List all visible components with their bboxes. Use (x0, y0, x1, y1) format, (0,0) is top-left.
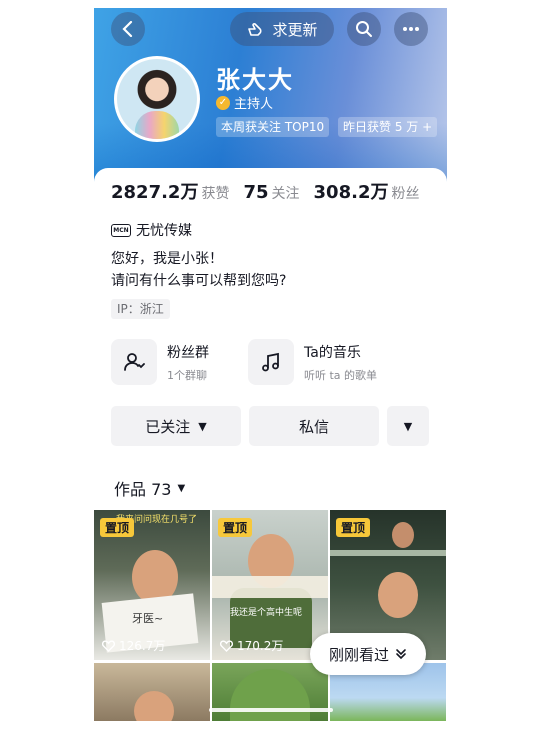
profile-name: 张大大 (216, 66, 294, 94)
mcn-badge-icon: MCN (111, 223, 131, 237)
bio-line-1: 您好，我是小张！ (111, 251, 223, 267)
search-button[interactable] (347, 12, 381, 46)
music-note-icon (262, 352, 279, 372)
message-button[interactable]: 私信 (249, 406, 379, 446)
heart-icon (102, 639, 115, 652)
profile-stats: 2827.2万 获赞 75 关注 308.2万 粉丝 (111, 178, 419, 204)
pinned-badge: 置顶 (100, 518, 135, 537)
avatar[interactable] (114, 56, 200, 142)
person-image (378, 572, 418, 618)
daily-likes-tag[interactable]: 昨日获赞 5 万 + (338, 117, 438, 137)
divider-stripe (330, 550, 446, 556)
fan-group-title: 粉丝群 (167, 344, 209, 361)
message-button-label: 私信 (298, 417, 329, 436)
music-title: Ta的音乐 (304, 344, 361, 361)
video-thumbnail[interactable]: 我还是个高中生呢 置顶 170.2万 (212, 510, 328, 660)
followers-stat[interactable]: 308.2万 粉丝 (314, 178, 420, 204)
recently-viewed-button[interactable]: 刚刚看过 (310, 633, 426, 675)
heart-icon (220, 639, 233, 652)
avatar-image (117, 59, 197, 139)
profile-screen: 求更新 张大大 ✓ 主持人 本周获关注 TOP10 昨日获赞 5 万 + 282… (94, 8, 447, 721)
fan-group-text: 粉丝群 1个群聊 (167, 342, 209, 383)
following-count: 75 (243, 182, 269, 203)
caret-down-icon: ▼ (403, 419, 413, 433)
pinned-badge: 置顶 (218, 518, 253, 537)
request-update-label: 求更新 (272, 20, 318, 39)
music-text: Ta的音乐 听听 ta 的歌单 (304, 342, 377, 383)
bio: 您好，我是小张！ 请问有什么事可以帮到您吗? (111, 248, 286, 292)
caret-down-icon: ▼ (198, 419, 207, 433)
video-thumbnail[interactable]: 我来问问现在几号了 牙医~ 置顶 126.7万 (94, 510, 210, 660)
video-likes: 126.7万 (102, 637, 165, 654)
hand-point-icon (248, 23, 263, 36)
search-icon (356, 21, 372, 37)
music-entry[interactable]: Ta的音乐 听听 ta 的歌单 (248, 339, 377, 385)
home-indicator (209, 708, 333, 712)
bio-line-2: 请问有什么事可以帮到您吗? (111, 273, 287, 289)
back-button[interactable] (111, 12, 145, 46)
caret-down-icon: ▼ (177, 482, 186, 494)
video-caption: 我还是个高中生呢 (230, 608, 303, 618)
video-likes-count: 126.7万 (119, 639, 166, 653)
more-dots-icon (403, 27, 419, 31)
more-actions-button[interactable]: ▼ (387, 406, 429, 446)
mcn-agency[interactable]: MCN 无忧传媒 (111, 220, 192, 240)
chevron-left-icon (122, 21, 133, 37)
following-label: 关注 (271, 186, 300, 202)
followers-label: 粉丝 (391, 186, 420, 202)
likes-label: 获赞 (201, 186, 230, 202)
music-icon-box (248, 339, 294, 385)
video-thumbnail[interactable] (212, 663, 328, 721)
works-tab[interactable]: 作品 73 ▼ (114, 476, 185, 500)
video-caption: 牙医~ (132, 612, 164, 625)
followers-count: 308.2万 (313, 182, 389, 203)
person-image (134, 691, 174, 721)
likes-count: 2827.2万 (111, 182, 199, 203)
mcn-name: 无忧传媒 (136, 223, 192, 239)
pinned-badge: 置顶 (336, 518, 371, 537)
double-chevron-down-icon (396, 649, 406, 660)
verified-role: ✓ 主持人 (216, 93, 273, 112)
person-image (392, 522, 414, 548)
ip-location: IP：浙江 (111, 299, 170, 319)
request-update-button[interactable]: 求更新 (230, 12, 334, 46)
more-options-button[interactable] (394, 12, 428, 46)
role-label: 主持人 (234, 97, 274, 112)
fan-group-icon-box (111, 339, 157, 385)
video-thumbnail[interactable] (94, 663, 210, 721)
fan-group-subtitle: 1个群聊 (167, 368, 207, 382)
following-button-label: 已关注 (145, 417, 191, 436)
works-label: 作品 73 (114, 480, 172, 499)
following-button[interactable]: 已关注 ▼ (111, 406, 241, 446)
following-stat[interactable]: 75 关注 (243, 182, 299, 203)
music-subtitle: 听听 ta 的歌单 (304, 368, 378, 382)
paper-sign (212, 576, 328, 598)
recently-viewed-label: 刚刚看过 (328, 645, 389, 664)
green-hood (230, 669, 310, 721)
verified-check-icon: ✓ (216, 95, 230, 110)
fan-group-entry[interactable]: 粉丝群 1个群聊 (111, 339, 209, 385)
weekly-top-tag[interactable]: 本周获关注 TOP10 (216, 117, 330, 137)
fan-group-icon (124, 353, 145, 371)
likes-stat[interactable]: 2827.2万 获赞 (111, 178, 229, 204)
video-likes: 170.2万 (220, 637, 283, 654)
video-likes-count: 170.2万 (237, 639, 284, 653)
